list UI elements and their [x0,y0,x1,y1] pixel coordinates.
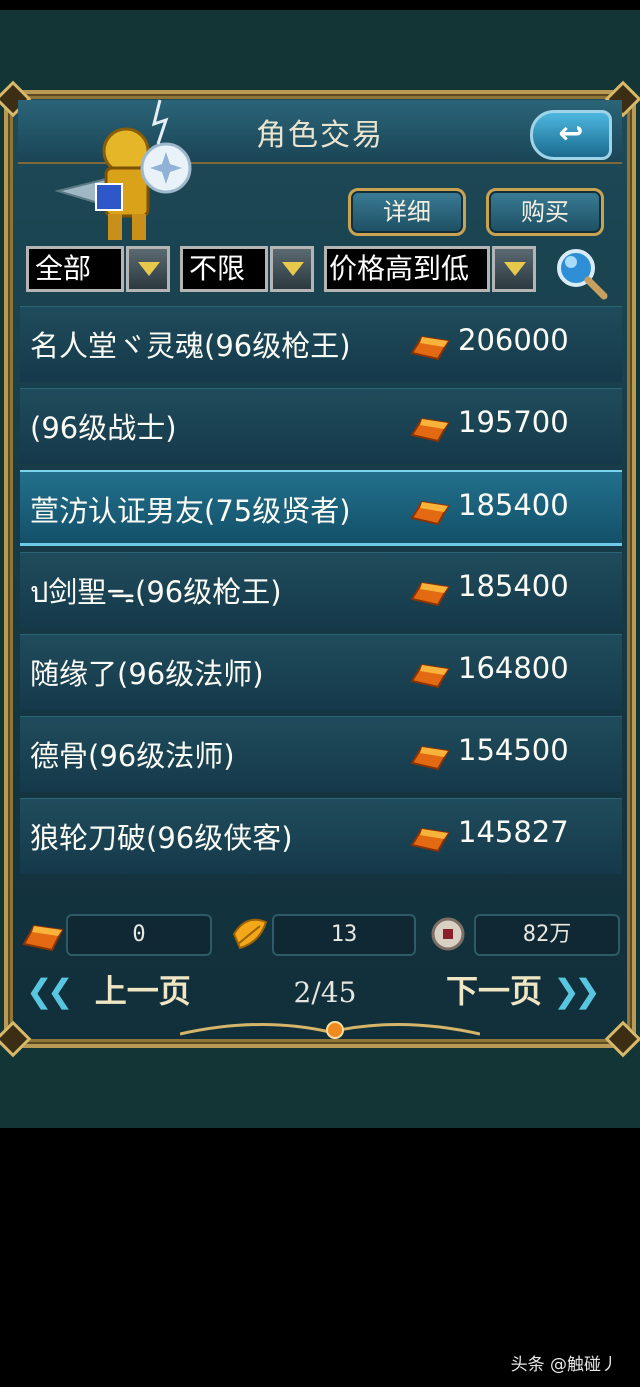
leaf-balance: 13 [272,914,416,956]
next-page-label: 下一页 [446,972,543,1010]
listing-row[interactable]: 狼轮刀破(96级侠客) 145827 [20,798,622,874]
listing-price: 154500 [458,733,569,767]
sort-select[interactable]: 价格高到低 [324,246,490,292]
watermark: 头条 @触碰丿 [510,1355,618,1375]
gold-leaf-icon [232,918,268,950]
gold-ingot-icon [410,827,450,853]
coin-balance: 82万 [474,914,620,956]
next-page-button[interactable]: 下一页 ❯❯ [446,966,601,1016]
listing-row[interactable]: 名人堂ヾ灵魂(96级枪王) 206000 [20,306,622,382]
double-chevron-right-icon: ❯❯ [553,972,601,1010]
character-avatar [54,99,192,240]
back-arrow-icon: ↩ [558,116,584,151]
gold-ingot-icon [410,335,450,361]
listing-row[interactable]: 随缘了(96级法师) 164800 [20,634,622,710]
listing-name: 德骨(96级法师) [30,739,235,773]
listing-price: 206000 [458,323,569,357]
buy-button[interactable]: 购买 [486,188,604,236]
listing-name: ป剑聖ᯓ(96级枪王) [30,575,282,609]
category-select[interactable]: 全部 [26,246,124,292]
listing-price: 195700 [458,405,569,439]
listing-name: 萱汸认证男友(75级贤者) [30,494,351,528]
listing-row[interactable]: 德骨(96级法师) 154500 [20,716,622,792]
gold-ingot-icon [410,663,450,689]
category-dropdown-icon[interactable] [126,246,170,292]
listing-row[interactable]: ป剑聖ᯓ(96级枪王) 185400 [20,552,622,628]
gold-ingot-icon [410,581,450,607]
listing-price: 145827 [458,815,569,849]
back-button[interactable]: ↩ [530,110,612,160]
listing-name: 名人堂ヾ灵魂(96级枪王) [30,329,351,363]
limit-select[interactable]: 不限 [180,246,268,292]
gold-balance: 0 [66,914,212,956]
listing-price: 185400 [458,569,569,603]
listing-price: 185400 [458,488,569,522]
bottom-blank-area [0,1128,640,1387]
prev-page-button[interactable]: ❮❮ 上一页 [26,966,191,1016]
listing-row-selected[interactable]: 萱汸认证男友(75级贤者) 185400 [20,470,622,546]
status-bar [0,0,640,10]
listing-row[interactable]: (96级战士) 195700 [20,388,622,464]
listing-table: 名人堂ヾ灵魂(96级枪王) 206000 (96级战士) 195700 萱汸认证… [20,306,622,880]
double-chevron-left-icon: ❮❮ [26,972,74,1010]
listing-name: 随缘了(96级法师) [30,657,264,691]
coin-icon [431,917,465,951]
page-indicator: 2/45 [293,976,357,1009]
listing-price: 164800 [458,651,569,685]
sort-dropdown-icon[interactable] [492,246,536,292]
gold-ingot-icon [410,500,450,526]
bottom-ornament-icon [180,1021,480,1039]
gold-ingot-icon [22,924,64,952]
listing-name: (96级战士) [30,411,177,445]
detail-button[interactable]: 详细 [348,188,466,236]
prev-page-label: 上一页 [94,972,191,1010]
limit-dropdown-icon[interactable] [270,246,314,292]
listing-name: 狼轮刀破(96级侠客) [30,821,293,855]
search-icon[interactable] [552,244,608,300]
gold-ingot-icon [410,745,450,771]
gold-ingot-icon [410,417,450,443]
